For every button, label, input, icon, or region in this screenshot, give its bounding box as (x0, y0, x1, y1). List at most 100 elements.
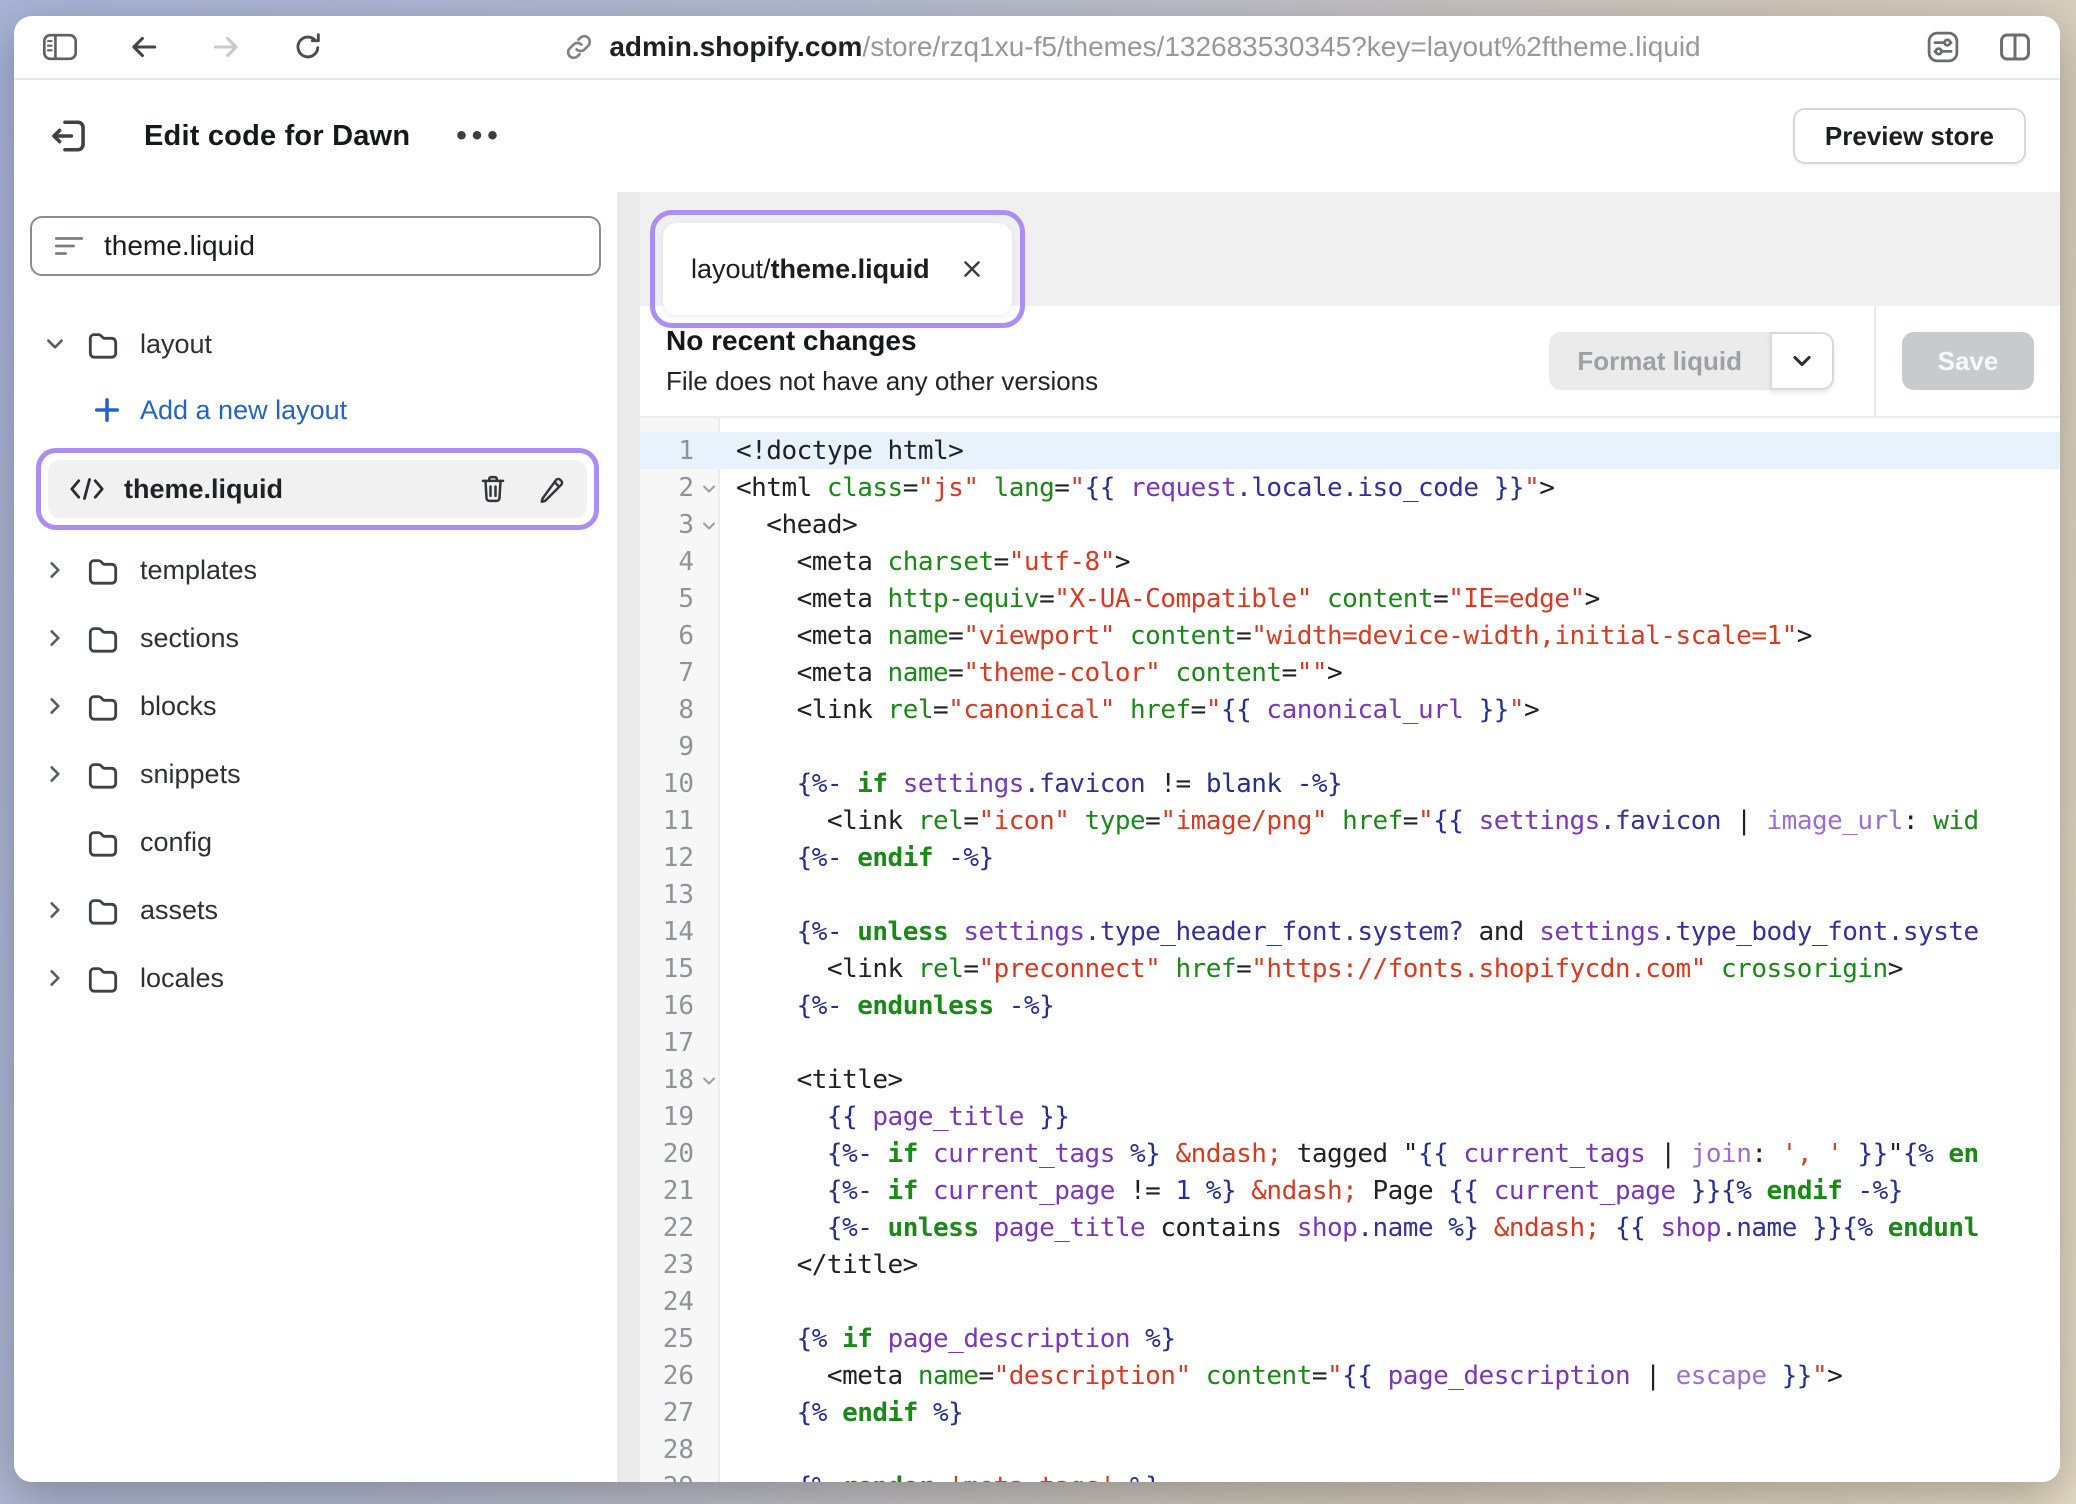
code-text: {%- endif -%} (718, 843, 2060, 873)
code-line[interactable]: 11 <link rel="icon" type="image/png" hre… (640, 802, 2060, 839)
code-line[interactable]: 18 <title> (640, 1061, 2060, 1098)
code-text: {%- if current_tags %} &ndash; tagged "{… (718, 1139, 2060, 1169)
folder-icon (86, 329, 120, 360)
fold-arrow-icon[interactable] (700, 517, 718, 535)
sidebar-item-config[interactable]: config (30, 808, 601, 876)
code-text: {%- unless settings.type_header_font.sys… (718, 917, 2060, 947)
code-text: <meta charset="utf-8"> (718, 547, 2060, 577)
code-text: {{ page_title }} (718, 1102, 2060, 1132)
line-number: 12 (640, 843, 718, 873)
tab-theme-liquid[interactable]: layout/theme.liquid (663, 223, 1012, 315)
code-line[interactable]: 16 {%- endunless -%} (640, 987, 2060, 1024)
sidebar-item-assets[interactable]: assets (30, 876, 601, 944)
line-number: 29 (640, 1472, 718, 1483)
code-line[interactable]: 12 {%- endif -%} (640, 839, 2060, 876)
reload-icon[interactable] (290, 30, 326, 64)
code-line[interactable]: 6 <meta name="viewport" content="width=d… (640, 617, 2060, 654)
file-sidebar: theme.liquid layout Add a new layout theme… (14, 192, 617, 1482)
close-icon[interactable] (960, 257, 984, 281)
code-line[interactable]: 14 {%- unless settings.type_header_font.… (640, 913, 2060, 950)
code-editor[interactable]: 1<!doctype html>2<html class="js" lang="… (640, 418, 2060, 1482)
tab-label: layout/theme.liquid (691, 254, 930, 285)
code-text: <meta name="description" content="{{ pag… (718, 1361, 2060, 1391)
url-bar[interactable]: admin.shopify.com/store/rzq1xu-f5/themes… (370, 31, 1894, 63)
folder-label: layout (140, 329, 212, 360)
chevron-right-icon[interactable] (44, 695, 86, 717)
chevron-right-icon[interactable] (44, 967, 86, 989)
code-text: </title> (718, 1250, 2060, 1280)
fold-arrow-icon[interactable] (700, 480, 718, 498)
chevron-right-icon[interactable] (44, 559, 86, 581)
code-line[interactable]: 9 (640, 728, 2060, 765)
code-line[interactable]: 10 {%- if settings.favicon != blank -%} (640, 765, 2060, 802)
code-line[interactable]: 21 {%- if current_page != 1 %} &ndash; P… (640, 1172, 2060, 1209)
sidebar-item-layout[interactable]: layout (30, 310, 601, 378)
format-dropdown-button[interactable] (1770, 332, 1834, 390)
format-liquid-button[interactable]: Format liquid (1549, 332, 1770, 390)
chevron-right-icon[interactable] (44, 627, 86, 649)
page-settings-icon[interactable] (1924, 28, 1962, 66)
code-line[interactable]: 25 {% if page_description %} (640, 1320, 2060, 1357)
chevron-right-icon[interactable] (44, 899, 86, 921)
save-button[interactable]: Save (1902, 332, 2035, 390)
sidebar-item-blocks[interactable]: blocks (30, 672, 601, 740)
code-line[interactable]: 29 {% render 'meta-tags' %} (640, 1468, 2060, 1482)
code-text: {%- if current_page != 1 %} &ndash; Page… (718, 1176, 2060, 1206)
code-text: <html class="js" lang="{{ request.locale… (718, 473, 2060, 503)
search-value: theme.liquid (104, 230, 255, 262)
sidebar-toggle-icon[interactable] (40, 30, 80, 64)
split-view-icon[interactable] (1996, 30, 2034, 64)
code-line[interactable]: 13 (640, 876, 2060, 913)
sidebar-item-locales[interactable]: locales (30, 944, 601, 1012)
sidebar-file-theme.liquid[interactable]: theme.liquid (48, 460, 587, 518)
sidebar-item-sections[interactable]: sections (30, 604, 601, 672)
code-text: <meta http-equiv="X-UA-Compatible" conte… (718, 584, 2060, 614)
code-line[interactable]: 27 {% endif %} (640, 1394, 2060, 1431)
code-line[interactable]: 19 {{ page_title }} (640, 1098, 2060, 1135)
exit-icon[interactable] (48, 115, 90, 157)
fold-arrow-icon[interactable] (700, 1072, 718, 1090)
forward-icon[interactable] (208, 31, 244, 63)
code-line[interactable]: 24 (640, 1283, 2060, 1320)
code-line[interactable]: 1<!doctype html> (640, 432, 2060, 469)
plus-icon (92, 395, 122, 425)
code-line[interactable]: 5 <meta http-equiv="X-UA-Compatible" con… (640, 580, 2060, 617)
line-number: 3 (640, 510, 718, 540)
code-line[interactable]: 8 <link rel="canonical" href="{{ canonic… (640, 691, 2060, 728)
code-line[interactable]: 2<html class="js" lang="{{ request.local… (640, 469, 2060, 506)
code-line[interactable]: 26 <meta name="description" content="{{ … (640, 1357, 2060, 1394)
code-text: {%- if settings.favicon != blank -%} (718, 769, 2060, 799)
file-search-input[interactable]: theme.liquid (30, 216, 601, 276)
chevron-right-icon[interactable] (44, 763, 86, 785)
line-number: 7 (640, 658, 718, 688)
more-menu-icon[interactable]: ••• (456, 119, 503, 153)
folder-label: blocks (140, 691, 217, 722)
chevron-down-icon[interactable] (44, 333, 86, 355)
sidebar-item-snippets[interactable]: snippets (30, 740, 601, 808)
back-icon[interactable] (126, 31, 162, 63)
save-zone: Save (1874, 306, 2060, 416)
preview-store-button[interactable]: Preview store (1793, 108, 2026, 164)
delete-file-icon[interactable] (479, 474, 507, 504)
rename-file-icon[interactable] (537, 474, 567, 504)
code-text: {% render 'meta-tags' %} (718, 1472, 2060, 1483)
add-new-layout-button[interactable]: Add a new layout (30, 378, 601, 442)
code-line[interactable]: 17 (640, 1024, 2060, 1061)
code-line[interactable]: 15 <link rel="preconnect" href="https://… (640, 950, 2060, 987)
code-line[interactable]: 3 <head> (640, 506, 2060, 543)
sidebar-item-templates[interactable]: templates (30, 536, 601, 604)
code-line[interactable]: 23 </title> (640, 1246, 2060, 1283)
code-text: {%- endunless -%} (718, 991, 2060, 1021)
code-line[interactable]: 4 <meta charset="utf-8"> (640, 543, 2060, 580)
code-line[interactable]: 20 {%- if current_tags %} &ndash; tagged… (640, 1135, 2060, 1172)
code-line[interactable]: 22 {%- unless page_title contains shop.n… (640, 1209, 2060, 1246)
editor-panel: No recent changes File does not have any… (640, 306, 2060, 1482)
line-number: 9 (640, 732, 718, 762)
line-number: 21 (640, 1176, 718, 1206)
code-line[interactable]: 7 <meta name="theme-color" content=""> (640, 654, 2060, 691)
line-number: 14 (640, 917, 718, 947)
line-number: 28 (640, 1435, 718, 1465)
folder-icon (86, 827, 120, 858)
code-line[interactable]: 28 (640, 1431, 2060, 1468)
code-text: <title> (718, 1065, 2060, 1095)
